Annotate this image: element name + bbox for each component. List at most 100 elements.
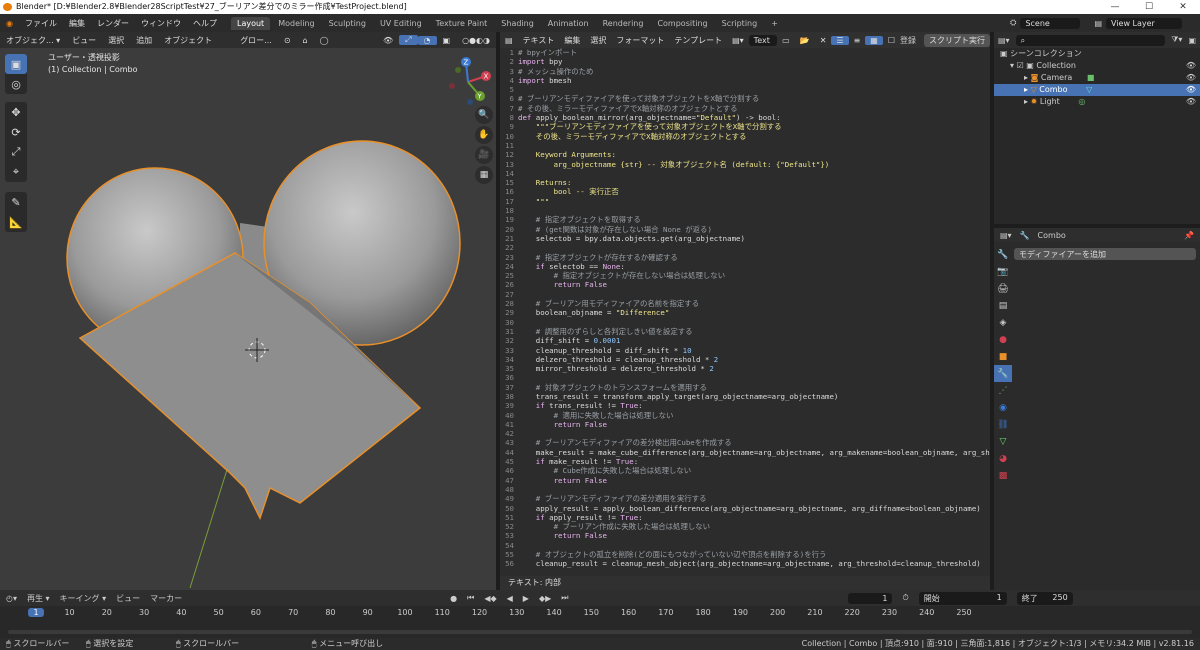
code-line[interactable]: 27: [500, 290, 990, 299]
light-eye-icon[interactable]: 👁: [1186, 96, 1196, 108]
scene-field[interactable]: Scene: [1020, 17, 1081, 29]
zoom-icon[interactable]: 🔍: [475, 106, 493, 124]
physics-tab-icon[interactable]: ◉: [994, 399, 1012, 416]
frame-clock-icon[interactable]: ⏱: [902, 593, 908, 603]
code-line[interactable]: 3 # メッシュ操作のため: [500, 67, 990, 76]
camera-data-icon[interactable]: ■: [1087, 73, 1095, 82]
current-frame-field[interactable]: 1: [848, 592, 893, 604]
filter-icon[interactable]: ⧩▾: [1171, 35, 1182, 45]
record-button[interactable]: ●: [450, 594, 457, 603]
code-line[interactable]: 14: [500, 169, 990, 178]
close-button[interactable]: ✕: [1166, 0, 1200, 14]
code-line[interactable]: 23 # 指定オブジェクトが存在するか確認する: [500, 253, 990, 262]
gizmo-toggle-icon[interactable]: ⤢: [399, 35, 418, 45]
shading-modes-icon[interactable]: ○●◐◑: [456, 36, 496, 45]
snap-icon[interactable]: ⌂: [297, 36, 314, 45]
code-line[interactable]: 39 if trans_result != True:: [500, 401, 990, 410]
play-icon[interactable]: ▶: [523, 594, 529, 603]
jump-end-icon[interactable]: ⏭: [561, 593, 568, 603]
code-line[interactable]: 15 Returns:: [500, 178, 990, 187]
run-script-button[interactable]: スクリプト実行: [924, 33, 990, 47]
code-line[interactable]: 37 # 対象オブジェクトのトランスフォームを適用する: [500, 383, 990, 392]
tab-texture-paint[interactable]: Texture Paint: [430, 17, 494, 30]
code-line[interactable]: 50 apply_result = apply_boolean_differen…: [500, 504, 990, 513]
jump-start-icon[interactable]: ⏮: [467, 593, 474, 603]
code-line[interactable]: 28 # ブーリアン用モディファイアの名前を指定する: [500, 299, 990, 308]
code-line[interactable]: 51 if apply_result != True:: [500, 513, 990, 522]
editor-type-icon[interactable]: ▤: [500, 36, 518, 45]
move-tool-icon[interactable]: ✥: [5, 102, 27, 122]
outliner[interactable]: ▤▾ ⌕ ⧩▾ ▣ ▣ シーンコレクション ▾ ☑ ▣ Collection 👁…: [994, 32, 1200, 224]
code-line[interactable]: 10 その後、ミラーモディファイアでX軸対称のオブジェクトとする: [500, 132, 990, 141]
play-reverse-icon[interactable]: ◀: [507, 594, 513, 603]
tab-compositing[interactable]: Compositing: [651, 17, 713, 30]
maximize-button[interactable]: ☐: [1132, 0, 1166, 14]
code-line[interactable]: 20 # (get関数は対象が存在しない場合 None が返る): [500, 225, 990, 234]
code-line[interactable]: 1 # bpyインポート: [500, 48, 990, 57]
tab-layout[interactable]: Layout: [230, 16, 271, 30]
constraints-tab-icon[interactable]: ⛓: [994, 416, 1012, 433]
blender-menu-icon[interactable]: ◉: [0, 19, 19, 28]
code-line[interactable]: 52 # ブーリアン作成に失敗した場合は処理しない: [500, 522, 990, 531]
xray-icon[interactable]: ▣: [437, 36, 457, 45]
object-mode-dropdown[interactable]: オブジェク... ▾: [0, 35, 66, 46]
outliner-collection-row[interactable]: ▾ ☑ ▣ Collection 👁: [994, 60, 1200, 72]
word-wrap-toggle-icon[interactable]: ≡: [849, 36, 866, 45]
code-line[interactable]: 5: [500, 85, 990, 94]
text-menu-templates[interactable]: テンプレート: [669, 35, 727, 46]
render-tab-icon[interactable]: 📷: [994, 263, 1012, 280]
transform-tool-icon[interactable]: ⌖: [5, 162, 27, 182]
code-line[interactable]: 32 diff_shift = 0.0001: [500, 336, 990, 345]
open-text-icon[interactable]: 📂: [795, 36, 815, 45]
code-line[interactable]: 36: [500, 373, 990, 382]
rotate-tool-icon[interactable]: ⟳: [5, 122, 27, 142]
pan-hand-icon[interactable]: ✋: [475, 126, 493, 144]
code-line[interactable]: 47 return False: [500, 476, 990, 485]
text-browse-icon[interactable]: ▤▾: [727, 36, 749, 45]
ortho-grid-icon[interactable]: ▦: [475, 166, 493, 184]
code-line[interactable]: 30: [500, 318, 990, 327]
collection-checkbox[interactable]: ☑: [1017, 61, 1024, 70]
tab-shading[interactable]: Shading: [495, 17, 540, 30]
menu-render[interactable]: レンダー: [91, 18, 135, 29]
view-layer-tab-icon[interactable]: ▤: [994, 297, 1012, 314]
viewport-menu-object[interactable]: オブジェクト: [158, 35, 218, 46]
code-line[interactable]: 35 mirror_threshold = delzero_threshold …: [500, 364, 990, 373]
code-line[interactable]: 46 # Cube作成に失敗した場合は処理しない: [500, 466, 990, 475]
annotate-tool-icon[interactable]: ✎: [5, 192, 27, 212]
tab-scripting[interactable]: Scripting: [716, 17, 764, 30]
cursor-tool-icon[interactable]: ◎: [5, 74, 27, 94]
visibility-icon[interactable]: 👁: [377, 36, 399, 45]
timeline-scrollbar[interactable]: [8, 630, 1192, 634]
prev-keyframe-icon[interactable]: ◀◆: [484, 594, 496, 603]
code-line[interactable]: 54: [500, 541, 990, 550]
code-line[interactable]: 21 selectob = bpy.data.objects.get(arg_o…: [500, 234, 990, 243]
code-line[interactable]: 8 def apply_boolean_mirror(arg_objectname…: [500, 113, 990, 122]
camera-eye-icon[interactable]: 👁: [1186, 72, 1196, 84]
overlay-toggle-icon[interactable]: ◔: [417, 35, 437, 45]
menu-edit[interactable]: 編集: [63, 18, 91, 29]
code-line[interactable]: 7 # その後、ミラーモディファイアでX軸対称のオブジェクトとする: [500, 104, 990, 113]
minimize-button[interactable]: —: [1098, 0, 1132, 14]
viewport-menu-select[interactable]: 選択: [102, 35, 130, 46]
end-frame-field[interactable]: 終了 250: [1016, 591, 1073, 605]
expand-arrow-icon[interactable]: ▸: [1024, 85, 1028, 94]
code-line[interactable]: 26 return False: [500, 280, 990, 289]
code-line[interactable]: 17 """: [500, 197, 990, 206]
menu-window[interactable]: ウィンドウ: [135, 18, 187, 29]
add-workspace-button[interactable]: +: [765, 17, 784, 30]
unlink-text-icon[interactable]: ✕: [815, 36, 832, 45]
code-line[interactable]: 25 # 指定オブジェクトが存在しない場合は処理しない: [500, 271, 990, 280]
menu-help[interactable]: ヘルプ: [187, 18, 223, 29]
tool-tab-icon[interactable]: 🔧: [994, 246, 1012, 263]
pin-icon[interactable]: 📌: [1184, 231, 1194, 240]
text-menu-format[interactable]: フォーマット: [611, 35, 669, 46]
code-line[interactable]: 41 return False: [500, 420, 990, 429]
outliner-scene-collection[interactable]: ▣ シーンコレクション: [994, 48, 1200, 60]
collection-eye-icon[interactable]: 👁: [1186, 60, 1196, 72]
code-line[interactable]: 9 """ブーリアンモディファイアを使って対象オブジェクトをX軸で分割する: [500, 122, 990, 131]
code-line[interactable]: 43 # ブーリアンモディファイアの差分検出用Cubeを作成する: [500, 438, 990, 447]
menu-file[interactable]: ファイル: [19, 18, 63, 29]
text-menu-edit[interactable]: 編集: [559, 35, 585, 46]
measure-tool-icon[interactable]: 📐: [5, 212, 27, 232]
